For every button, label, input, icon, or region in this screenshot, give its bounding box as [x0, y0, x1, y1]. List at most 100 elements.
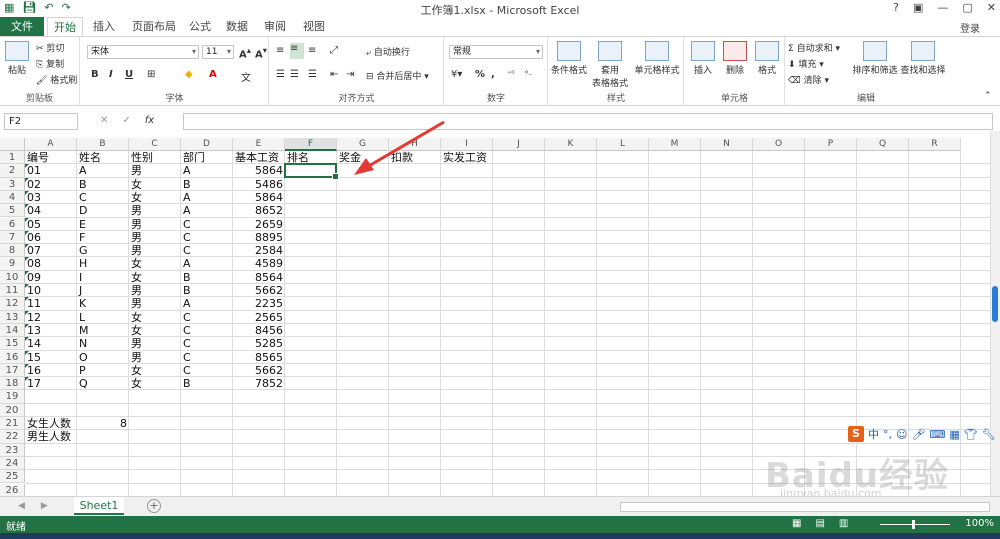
row-header[interactable]: 18: [0, 377, 25, 391]
autosum-button[interactable]: Σ 自动求和 ▾: [788, 41, 840, 54]
cell[interactable]: 男: [129, 284, 181, 297]
cell[interactable]: A: [181, 297, 233, 310]
cell[interactable]: 5864: [233, 164, 285, 177]
normal-view-icon[interactable]: ▦: [792, 518, 801, 529]
align-bottom-icon[interactable]: ≡: [308, 45, 316, 56]
cell[interactable]: 8895: [233, 231, 285, 244]
column-header-d[interactable]: D: [181, 138, 233, 151]
enter-icon[interactable]: ✓: [122, 115, 130, 126]
sort-filter-button[interactable]: 排序和筛选: [852, 41, 898, 76]
row-header[interactable]: 1: [0, 151, 25, 165]
grow-font-icon[interactable]: A▴: [239, 45, 251, 60]
tab-review[interactable]: 审阅: [259, 17, 291, 36]
row-header[interactable]: 26: [0, 483, 25, 496]
cell[interactable]: 女: [129, 178, 181, 191]
cell[interactable]: 11: [25, 297, 77, 310]
cell[interactable]: 08: [25, 257, 77, 270]
cell[interactable]: [77, 430, 129, 443]
border-icon[interactable]: ⊞: [147, 69, 155, 80]
cell[interactable]: C: [181, 324, 233, 337]
cell[interactable]: 09: [25, 271, 77, 284]
tab-home[interactable]: 开始: [47, 17, 83, 36]
maximize-button[interactable]: ▢: [962, 1, 972, 14]
toolbox-icon[interactable]: ▦: [949, 428, 959, 441]
cell[interactable]: 4589: [233, 257, 285, 270]
phonetic-icon[interactable]: 文: [241, 69, 251, 84]
copy-button[interactable]: ⎘ 复制: [36, 57, 64, 70]
cell[interactable]: 女: [129, 377, 181, 390]
column-header-o[interactable]: O: [753, 138, 805, 151]
column-header-b[interactable]: B: [77, 138, 129, 151]
cell[interactable]: 女: [129, 311, 181, 324]
column-header-j[interactable]: J: [493, 138, 545, 151]
cell[interactable]: 13: [25, 324, 77, 337]
cell[interactable]: A: [181, 191, 233, 204]
cell[interactable]: Q: [77, 377, 129, 390]
cell[interactable]: 男: [129, 164, 181, 177]
row-header[interactable]: 9: [0, 257, 25, 271]
cell[interactable]: 女: [129, 271, 181, 284]
keyboard-icon[interactable]: ⌨: [929, 428, 945, 441]
align-middle-icon[interactable]: ≡: [290, 43, 304, 59]
cell[interactable]: 2565: [233, 311, 285, 324]
fill-button[interactable]: ⬇ 填充 ▾: [788, 57, 824, 70]
row-header[interactable]: 10: [0, 270, 25, 284]
cell[interactable]: C: [181, 351, 233, 364]
row-header[interactable]: 15: [0, 337, 25, 351]
row-header[interactable]: 4: [0, 190, 25, 205]
cell[interactable]: 01: [25, 164, 77, 177]
cell[interactable]: H: [77, 257, 129, 270]
row-header[interactable]: 24: [0, 456, 25, 471]
cell[interactable]: C: [181, 231, 233, 244]
cell[interactable]: 女: [129, 191, 181, 204]
italic-button[interactable]: I: [109, 69, 113, 80]
cell-styles-button[interactable]: 单元格样式: [633, 41, 681, 76]
column-header-r[interactable]: R: [909, 138, 961, 151]
comma-button[interactable]: ,: [491, 69, 495, 80]
cell[interactable]: I: [77, 271, 129, 284]
minimize-button[interactable]: —: [937, 1, 948, 14]
cell[interactable]: A: [181, 164, 233, 177]
row-header[interactable]: 14: [0, 323, 25, 338]
cell[interactable]: 男: [129, 337, 181, 350]
select-all-corner[interactable]: [0, 138, 25, 151]
formula-input[interactable]: [183, 113, 993, 130]
tab-view[interactable]: 视图: [298, 17, 330, 36]
cell[interactable]: 男: [129, 297, 181, 310]
login-link[interactable]: 登录: [960, 20, 980, 35]
cell[interactable]: 14: [25, 337, 77, 350]
row-header[interactable]: 12: [0, 297, 25, 311]
help-button[interactable]: ?: [893, 1, 899, 14]
number-format-select[interactable]: 常规: [449, 45, 543, 59]
row-header[interactable]: 3: [0, 177, 25, 191]
font-size-select[interactable]: 11: [202, 45, 234, 59]
row-header[interactable]: 20: [0, 403, 25, 417]
sogou-logo-icon[interactable]: S: [848, 426, 864, 442]
cell[interactable]: A: [181, 204, 233, 217]
cell[interactable]: C: [181, 244, 233, 257]
cell[interactable]: B: [181, 178, 233, 191]
cell[interactable]: 女生人数: [25, 417, 77, 430]
tab-formulas[interactable]: 公式: [184, 17, 216, 36]
find-select-button[interactable]: 查找和选择: [900, 41, 946, 76]
cell[interactable]: A: [181, 257, 233, 270]
cell[interactable]: O: [77, 351, 129, 364]
row-header[interactable]: 2: [0, 164, 25, 178]
merge-center-button[interactable]: ⊟ 合并后居中 ▾: [366, 69, 429, 82]
cell[interactable]: F: [77, 231, 129, 244]
cell[interactable]: 8565: [233, 351, 285, 364]
row-header[interactable]: 17: [0, 363, 25, 378]
shrink-font-icon[interactable]: A▾: [255, 45, 267, 60]
row-header[interactable]: 21: [0, 417, 25, 431]
cell[interactable]: G: [77, 244, 129, 257]
cell[interactable]: 12: [25, 311, 77, 324]
row-header[interactable]: 13: [0, 310, 25, 324]
zoom-slider[interactable]: [880, 524, 950, 525]
cell[interactable]: 2659: [233, 218, 285, 231]
cell[interactable]: 男: [129, 244, 181, 257]
worksheet-grid[interactable]: A B C D E F G H I J K L M N O P Q R 1 2 3 4 5 6 7 8 9 10 11 12 13 14 15 1…: [0, 138, 990, 496]
cell[interactable]: C: [181, 311, 233, 324]
cell[interactable]: K: [77, 297, 129, 310]
tab-insert[interactable]: 插入: [86, 17, 122, 36]
next-sheet-icon[interactable]: ▶: [41, 501, 48, 511]
